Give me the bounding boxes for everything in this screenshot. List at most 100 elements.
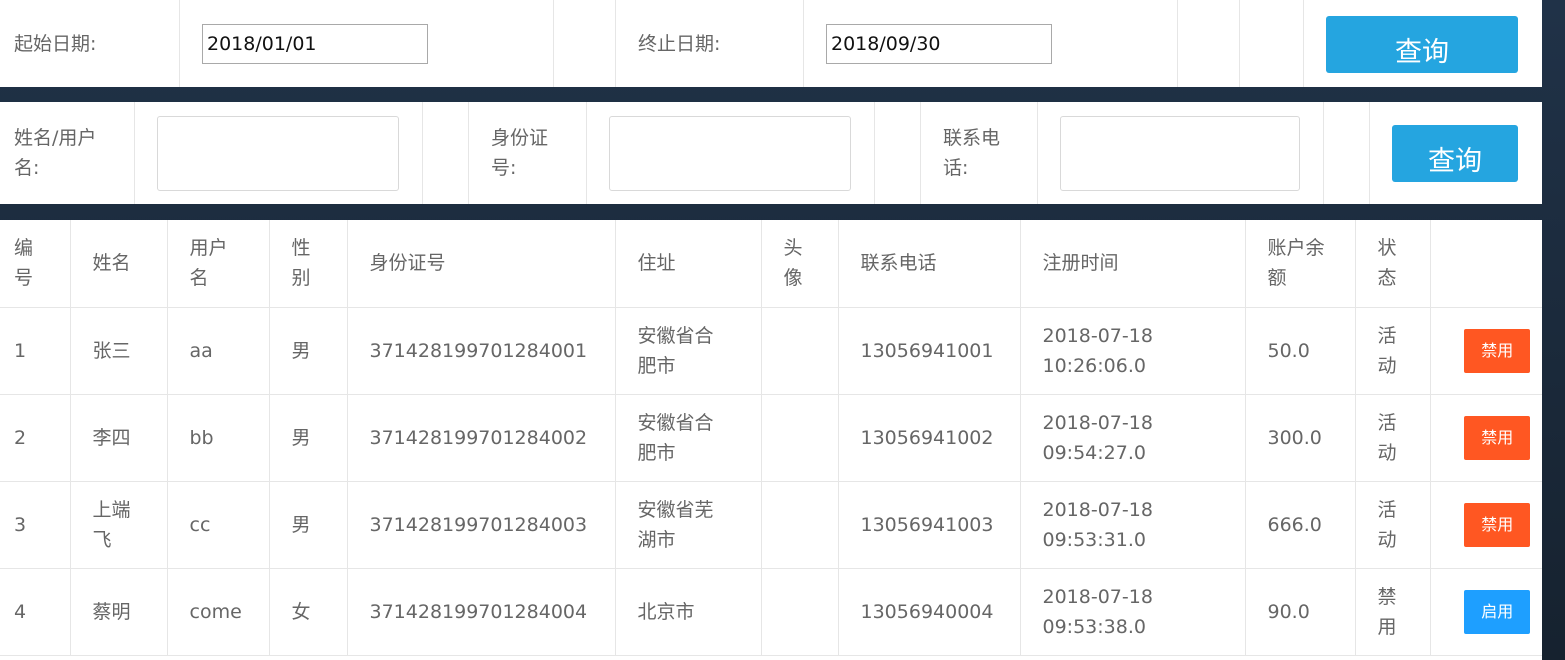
cell-id: 1 bbox=[0, 307, 71, 395]
header-avatar: 头像 bbox=[761, 220, 839, 308]
cell-status: 活动 bbox=[1355, 481, 1431, 569]
user-table-panel: 编号 姓名 用户名 性别 身份证号 住址 头像 联系电话 注册时间 账户余额 状… bbox=[0, 220, 1542, 660]
cell-balance: 50.0 bbox=[1245, 307, 1356, 395]
table-row: 3 上端飞 cc 男 371428199701284003 安徽省芜 湖市 130… bbox=[0, 481, 1542, 569]
cell-name: 蔡明 bbox=[70, 568, 168, 656]
cell-phone: 13056941003 bbox=[838, 481, 1021, 569]
name-label: 姓名/用户 名: bbox=[14, 123, 96, 183]
header-gender: 性别 bbox=[269, 220, 348, 308]
cell-id: 3 bbox=[0, 481, 71, 569]
disable-button[interactable]: 禁用 bbox=[1464, 502, 1531, 547]
spacer-cell bbox=[1324, 102, 1370, 204]
cell-gender: 女 bbox=[269, 568, 348, 656]
cell-action: 禁用 bbox=[1430, 481, 1542, 569]
cell-id: 2 bbox=[0, 394, 71, 482]
spacer-cell bbox=[875, 102, 921, 204]
idcard-label-cell: 身份证 号: bbox=[469, 102, 587, 204]
cell-gender: 男 bbox=[269, 481, 348, 569]
phone-input[interactable] bbox=[1060, 115, 1300, 191]
spacer-cell bbox=[1178, 0, 1240, 87]
end-date-label-cell: 终止日期: bbox=[616, 0, 804, 87]
cell-status: 活动 bbox=[1355, 307, 1431, 395]
name-input[interactable] bbox=[157, 115, 399, 191]
phone-input-cell bbox=[1038, 102, 1324, 204]
header-address: 住址 bbox=[615, 220, 762, 308]
header-id: 编号 bbox=[0, 220, 71, 308]
cell-gender: 男 bbox=[269, 307, 348, 395]
start-date-label-cell: 起始日期: bbox=[0, 0, 180, 87]
name-input-cell bbox=[135, 102, 423, 204]
cell-avatar bbox=[761, 394, 839, 482]
cell-balance: 300.0 bbox=[1245, 394, 1356, 482]
cell-balance: 666.0 bbox=[1245, 481, 1356, 569]
cell-address: 安徽省合 肥市 bbox=[615, 307, 762, 395]
cell-idcard: 371428199701284003 bbox=[347, 481, 616, 569]
user-query-button[interactable]: 查询 bbox=[1392, 125, 1518, 182]
user-filter-panel: 姓名/用户 名: 身份证 号: 联系电 话: 查询 bbox=[0, 102, 1542, 204]
end-date-input-cell bbox=[804, 0, 1178, 87]
cell-regtime: 2018-07-18 09:53:38.0 bbox=[1020, 568, 1246, 656]
user-query-cell: 查询 bbox=[1370, 102, 1542, 204]
start-date-input-cell bbox=[180, 0, 554, 87]
end-date-label: 终止日期: bbox=[638, 32, 721, 55]
user-table: 编号 姓名 用户名 性别 身份证号 住址 头像 联系电话 注册时间 账户余额 状… bbox=[0, 220, 1542, 656]
date-filter-panel: 起始日期: 终止日期: 查询 bbox=[0, 0, 1542, 87]
cell-name: 上端飞 bbox=[70, 481, 168, 569]
phone-label-cell: 联系电 话: bbox=[921, 102, 1038, 204]
name-label-line2: 名: bbox=[14, 157, 40, 179]
table-row: 4 蔡明 come 女 371428199701284004 北京市 13056… bbox=[0, 568, 1542, 656]
cell-phone: 13056940004 bbox=[838, 568, 1021, 656]
start-date-input[interactable] bbox=[202, 23, 428, 64]
cell-action: 启用 bbox=[1430, 568, 1542, 656]
end-date-input[interactable] bbox=[826, 23, 1052, 64]
start-date-label: 起始日期: bbox=[14, 32, 97, 55]
table-row: 1 张三 aa 男 371428199701284001 安徽省合 肥市 1305… bbox=[0, 307, 1542, 395]
date-query-cell: 查询 bbox=[1304, 0, 1542, 87]
header-username: 用户名 bbox=[167, 220, 270, 308]
idcard-input[interactable] bbox=[609, 115, 851, 191]
header-balance: 账户余额 bbox=[1245, 220, 1356, 308]
name-label-line1: 姓名/用户 bbox=[14, 127, 97, 149]
cell-address: 安徽省合 肥市 bbox=[615, 394, 762, 482]
cell-status: 活动 bbox=[1355, 394, 1431, 482]
cell-avatar bbox=[761, 307, 839, 395]
cell-username: aa bbox=[167, 307, 270, 395]
phone-label-line2: 话: bbox=[943, 157, 969, 179]
idcard-label: 身份证 号: bbox=[491, 123, 548, 183]
cell-idcard: 371428199701284004 bbox=[347, 568, 616, 656]
table-row: 2 李四 bb 男 371428199701284002 安徽省合 肥市 1305… bbox=[0, 394, 1542, 482]
cell-regtime: 2018-07-18 09:53:31.0 bbox=[1020, 481, 1246, 569]
cell-address: 安徽省芜 湖市 bbox=[615, 481, 762, 569]
table-header-row: 编号 姓名 用户名 性别 身份证号 住址 头像 联系电话 注册时间 账户余额 状… bbox=[0, 220, 1542, 308]
cell-regtime: 2018-07-18 10:26:06.0 bbox=[1020, 307, 1246, 395]
disable-button[interactable]: 禁用 bbox=[1464, 328, 1531, 373]
idcard-label-line2: 号: bbox=[491, 157, 517, 179]
cell-action: 禁用 bbox=[1430, 307, 1542, 395]
cell-phone: 13056941002 bbox=[838, 394, 1021, 482]
cell-phone: 13056941001 bbox=[838, 307, 1021, 395]
cell-status: 禁用 bbox=[1355, 568, 1431, 656]
spacer-cell bbox=[1240, 0, 1304, 87]
enable-button[interactable]: 启用 bbox=[1464, 589, 1531, 634]
header-regtime: 注册时间 bbox=[1020, 220, 1246, 308]
date-query-button[interactable]: 查询 bbox=[1326, 16, 1518, 73]
cell-name: 李四 bbox=[70, 394, 168, 482]
idcard-label-line1: 身份证 bbox=[491, 127, 549, 149]
cell-address: 北京市 bbox=[615, 568, 762, 656]
cell-idcard: 371428199701284001 bbox=[347, 307, 616, 395]
idcard-input-cell bbox=[587, 102, 875, 204]
cell-username: cc bbox=[167, 481, 270, 569]
cell-idcard: 371428199701284002 bbox=[347, 394, 616, 482]
cell-regtime: 2018-07-18 09:54:27.0 bbox=[1020, 394, 1246, 482]
header-phone: 联系电话 bbox=[838, 220, 1021, 308]
disable-button[interactable]: 禁用 bbox=[1464, 415, 1531, 460]
spacer-cell bbox=[423, 102, 469, 204]
cell-action: 禁用 bbox=[1430, 394, 1542, 482]
spacer-cell bbox=[554, 0, 616, 87]
cell-gender: 男 bbox=[269, 394, 348, 482]
header-idcard: 身份证号 bbox=[347, 220, 616, 308]
cell-balance: 90.0 bbox=[1245, 568, 1356, 656]
cell-username: come bbox=[167, 568, 270, 656]
cell-username: bb bbox=[167, 394, 270, 482]
header-status: 状态 bbox=[1355, 220, 1431, 308]
